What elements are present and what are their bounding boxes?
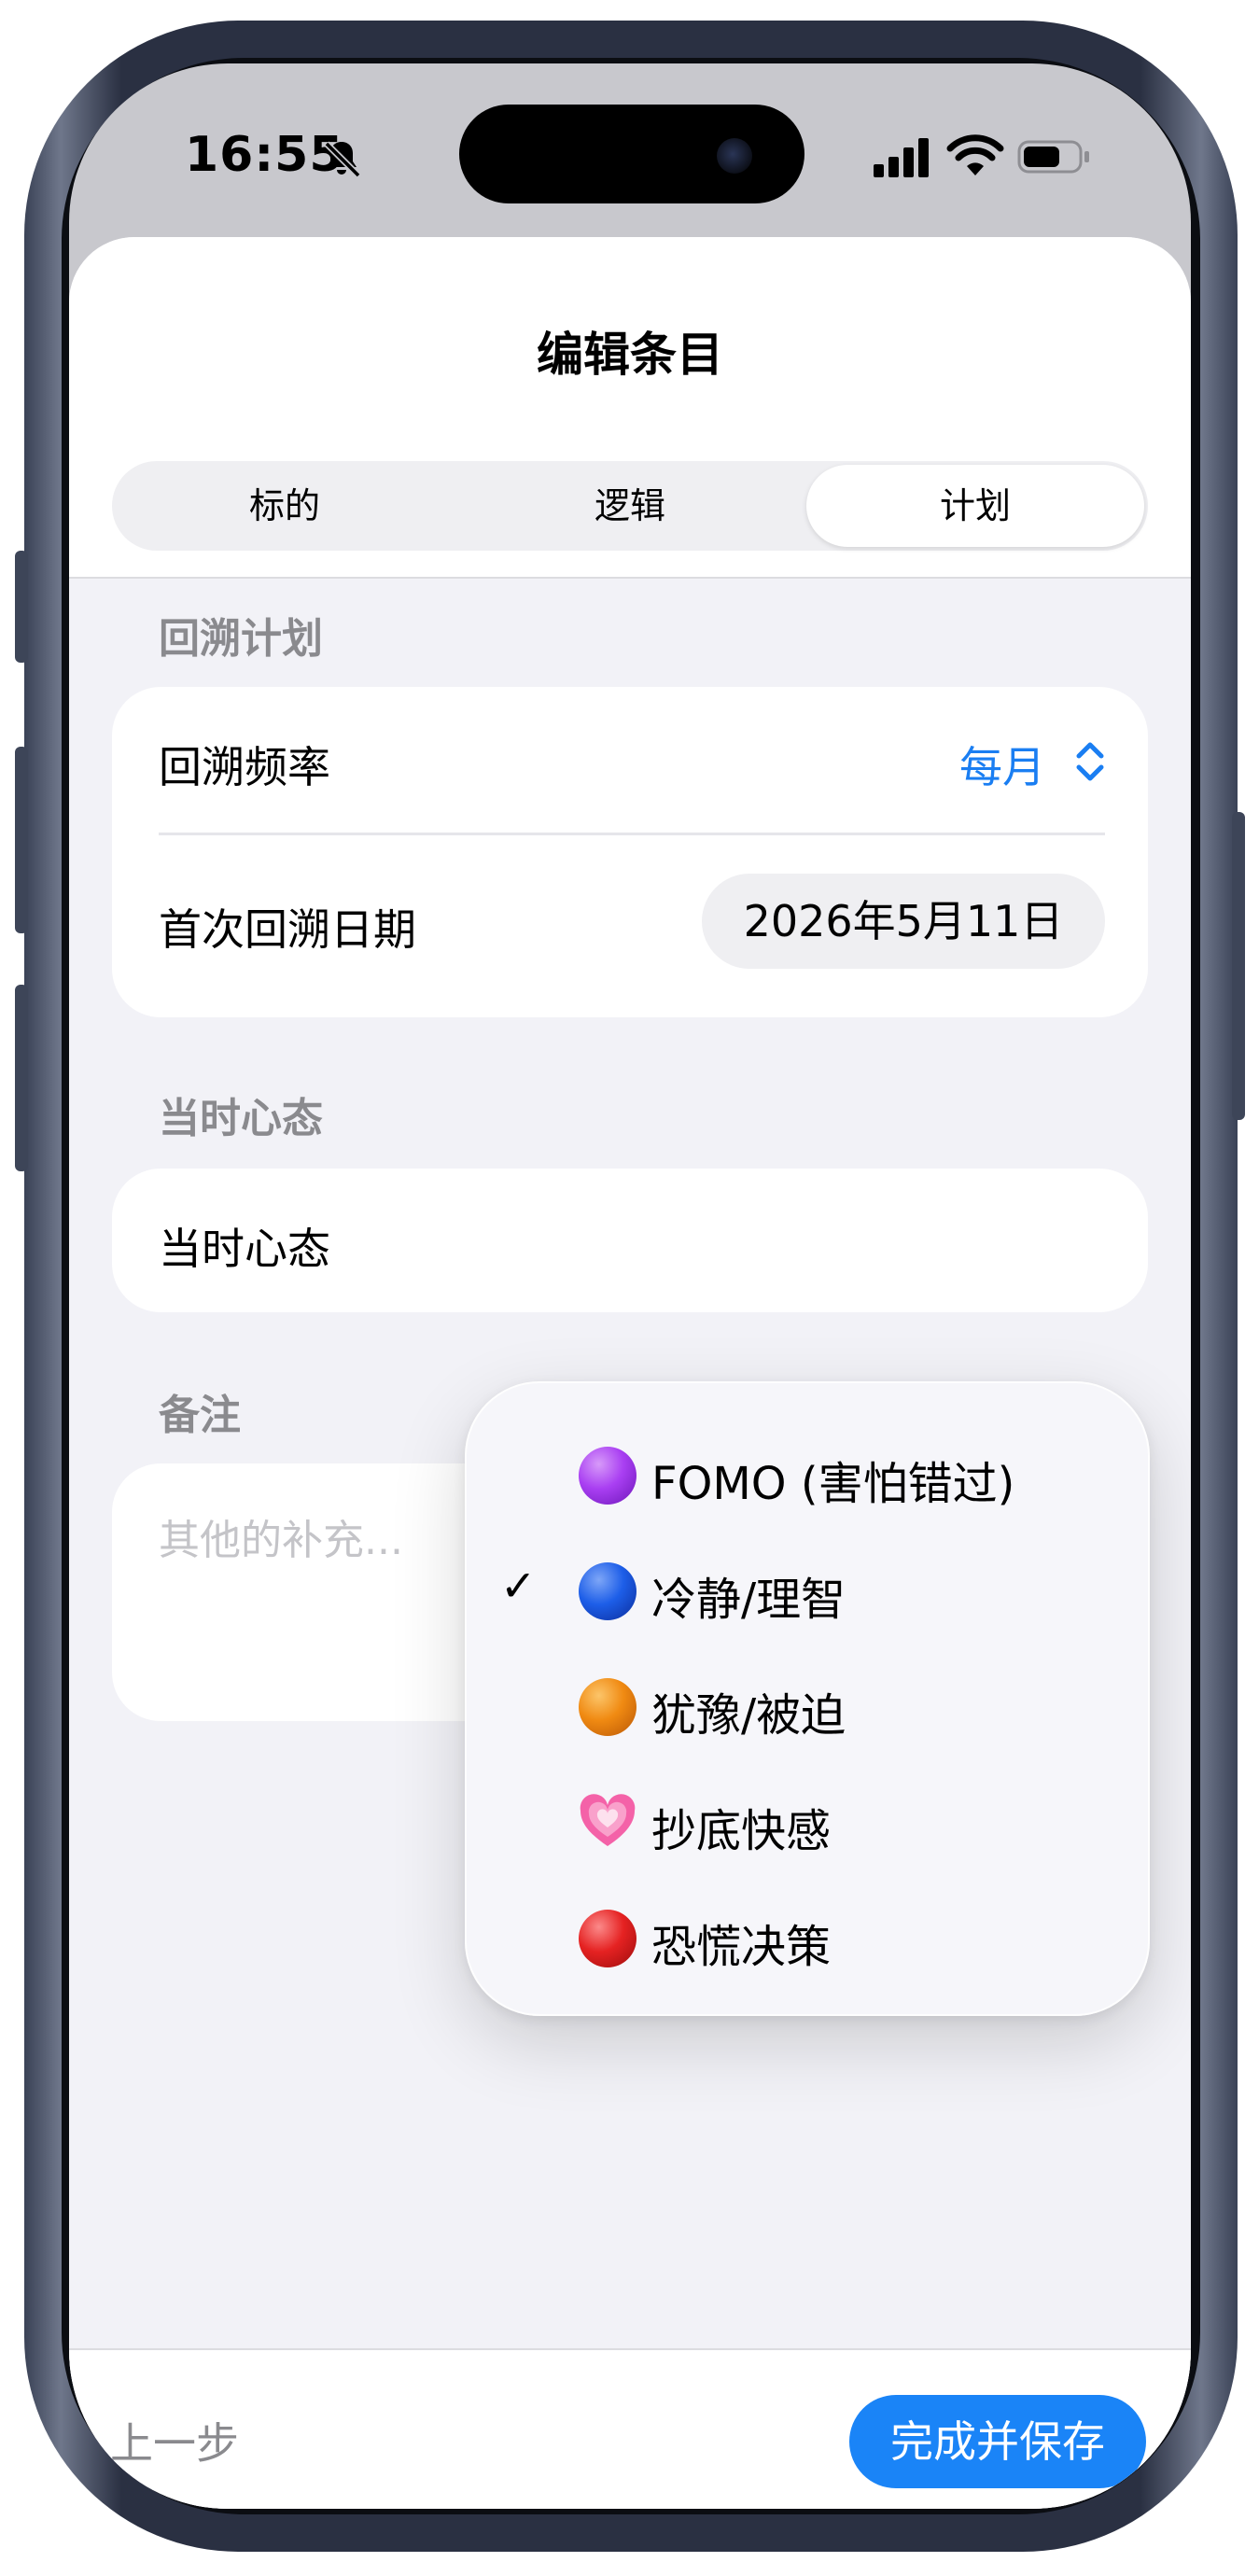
menu-item-label: FOMO (害怕错过) — [651, 1458, 1015, 1510]
review-plan-section-label: 回溯计划 — [159, 615, 323, 663]
menu-item-hesitant[interactable]: 犹豫/被迫 — [467, 1656, 1148, 1758]
tab-logic[interactable]: 逻辑 — [457, 461, 803, 551]
orange-circle-icon — [579, 1678, 636, 1736]
sheet-header: 编辑条目 标的 逻辑 计划 — [69, 237, 1191, 579]
previous-step-button[interactable]: 上一步 — [110, 2410, 239, 2471]
volume-up-button — [15, 747, 28, 933]
first-date-label: 首次回溯日期 — [159, 904, 416, 955]
menu-item-label: 抄底快感 — [651, 1805, 832, 1857]
checkmark-icon: ✓ — [500, 1561, 537, 1611]
bell-slash-icon — [324, 141, 361, 178]
mindset-card[interactable]: 当时心态 — [112, 1169, 1148, 1312]
screen: 16:55 编辑条目 标的 逻辑 计划 回溯计划 回溯频率 每月 首次回溯日期 … — [69, 63, 1191, 2509]
power-button — [1232, 812, 1245, 1120]
menu-item-label: 冷静/理智 — [651, 1574, 846, 1626]
menu-item-bottom-fishing[interactable]: 抄底快感 — [467, 1771, 1148, 1874]
row-separator — [159, 833, 1105, 835]
finish-and-save-button[interactable]: 完成并保存 — [849, 2395, 1146, 2488]
front-camera — [717, 138, 752, 174]
tab-plan[interactable]: 计划 — [806, 465, 1144, 547]
menu-item-fomo[interactable]: FOMO (害怕错过) — [467, 1424, 1148, 1527]
first-date-picker[interactable]: 2026年5月11日 — [702, 874, 1105, 969]
growing-heart-icon — [580, 1794, 636, 1846]
menu-item-label: 恐慌决策 — [651, 1921, 832, 1973]
mindset-section-label: 当时心态 — [159, 1095, 323, 1142]
menu-item-label: 犹豫/被迫 — [651, 1689, 846, 1742]
chevron-up-down-icon[interactable] — [1073, 739, 1107, 784]
sheet-title: 编辑条目 — [537, 328, 723, 382]
segmented-control: 标的 逻辑 计划 — [112, 461, 1148, 551]
mindset-dropdown-menu: FOMO (害怕错过) ✓ 冷静/理智 犹豫/被迫 抄底快感 恐慌决策 — [465, 1381, 1150, 2016]
purple-circle-icon — [579, 1447, 636, 1505]
wifi-icon — [946, 134, 1004, 175]
notes-placeholder: 其他的补充... — [159, 1517, 403, 1564]
menu-item-panic[interactable]: 恐慌决策 — [467, 1887, 1148, 1990]
mindset-label: 当时心态 — [159, 1224, 330, 1274]
frequency-picker[interactable]: 每月 — [959, 734, 1045, 795]
frequency-label: 回溯频率 — [159, 742, 330, 792]
edit-entry-sheet: 编辑条目 标的 逻辑 计划 回溯计划 回溯频率 每月 首次回溯日期 2026年5… — [69, 237, 1191, 2509]
battery-icon — [1017, 140, 1089, 174]
blue-circle-icon — [579, 1562, 636, 1620]
review-plan-card: 回溯频率 每月 首次回溯日期 2026年5月11日 — [112, 687, 1148, 1017]
action-button — [15, 551, 28, 663]
volume-down-button — [15, 985, 28, 1171]
sheet-footer: 上一步 完成并保存 — [69, 2348, 1191, 2509]
tab-target[interactable]: 标的 — [112, 461, 457, 551]
cellular-signal-icon — [874, 138, 929, 177]
dynamic-island — [459, 105, 804, 203]
menu-item-calm[interactable]: ✓ 冷静/理智 — [467, 1540, 1148, 1643]
notes-section-label: 备注 — [159, 1392, 241, 1439]
red-circle-icon — [579, 1910, 636, 1967]
